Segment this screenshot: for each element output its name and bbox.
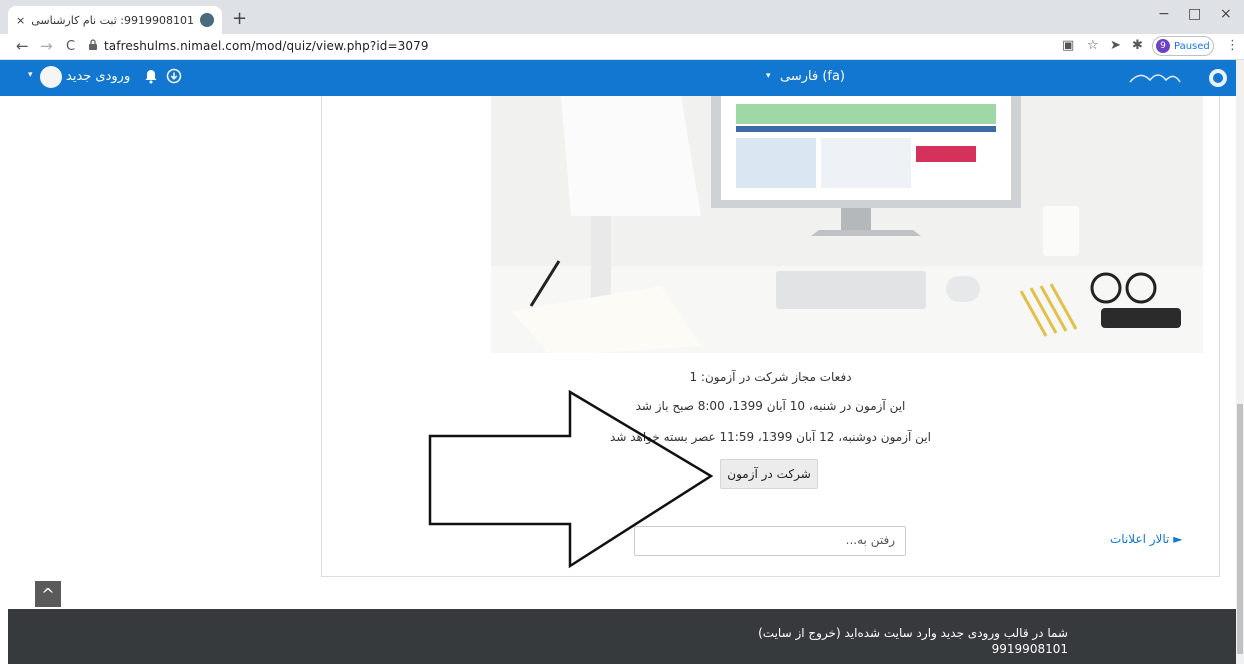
paused-label: Paused [1174, 40, 1210, 52]
back-icon[interactable]: ← [16, 37, 29, 55]
tab-close-icon[interactable]: × [16, 14, 25, 27]
lock-icon [89, 39, 97, 50]
extensions-puzzle-icon[interactable]: ✱ [1132, 38, 1143, 53]
attempt-quiz-button[interactable]: شرکت در آزمون [720, 459, 818, 489]
language-caret-icon[interactable]: ▾ [766, 71, 771, 81]
previous-activity-link[interactable]: ► تالار اعلانات [1110, 532, 1182, 546]
university-logo[interactable] [1126, 66, 1230, 90]
reload-icon[interactable]: C [66, 39, 75, 54]
back-to-top-button[interactable]: ^ [35, 581, 61, 607]
logged-in-info[interactable]: شما در قالب ورودی جدید وارد سایت شده‌اید… [700, 626, 1068, 640]
site-navbar [0, 60, 1236, 96]
attempts-allowed-text: دفعات مجاز شرکت در آزمون: 1 [689, 370, 852, 384]
browser-menu-icon[interactable]: ⋮ [1226, 38, 1239, 53]
tab-title: 9919908101: ثبت نام کارشناسی ار... [31, 13, 194, 27]
bookmark-star-icon[interactable]: ☆ [1087, 38, 1099, 53]
messages-download-icon[interactable] [166, 68, 182, 84]
minimize-icon[interactable]: − [1158, 6, 1170, 22]
forward-icon[interactable]: → [40, 37, 53, 55]
site-favicon-icon [200, 13, 214, 27]
profile-paused-button[interactable]: 9 Paused [1152, 36, 1214, 56]
close-window-icon[interactable]: × [1220, 6, 1232, 22]
footer-user-id: 9919908101 [991, 642, 1068, 656]
translate-icon[interactable]: ▣ [1062, 38, 1074, 53]
avatar[interactable] [40, 66, 62, 88]
language-selector[interactable]: فارسی (fa) [780, 69, 845, 84]
notification-bell-icon[interactable] [143, 68, 159, 84]
profile-avatar-badge: 9 [1156, 39, 1170, 53]
address-bar-url[interactable]: tafreshulms.nimael.com/mod/quiz/view.php… [104, 39, 429, 53]
maximize-icon[interactable]: □ [1188, 6, 1201, 22]
extension-arrow-icon[interactable]: ➤ [1110, 38, 1121, 53]
new-tab-button[interactable]: + [232, 8, 247, 29]
annotation-arrow-icon [428, 389, 714, 569]
quiz-intro-image [491, 96, 1203, 353]
user-menu-caret-icon[interactable]: ▾ [28, 70, 33, 80]
username[interactable]: ورودی جدید [66, 69, 130, 84]
scrollbar-thumb[interactable] [1237, 404, 1243, 654]
browser-tab[interactable]: 9919908101: ثبت نام کارشناسی ار... × [8, 6, 222, 34]
